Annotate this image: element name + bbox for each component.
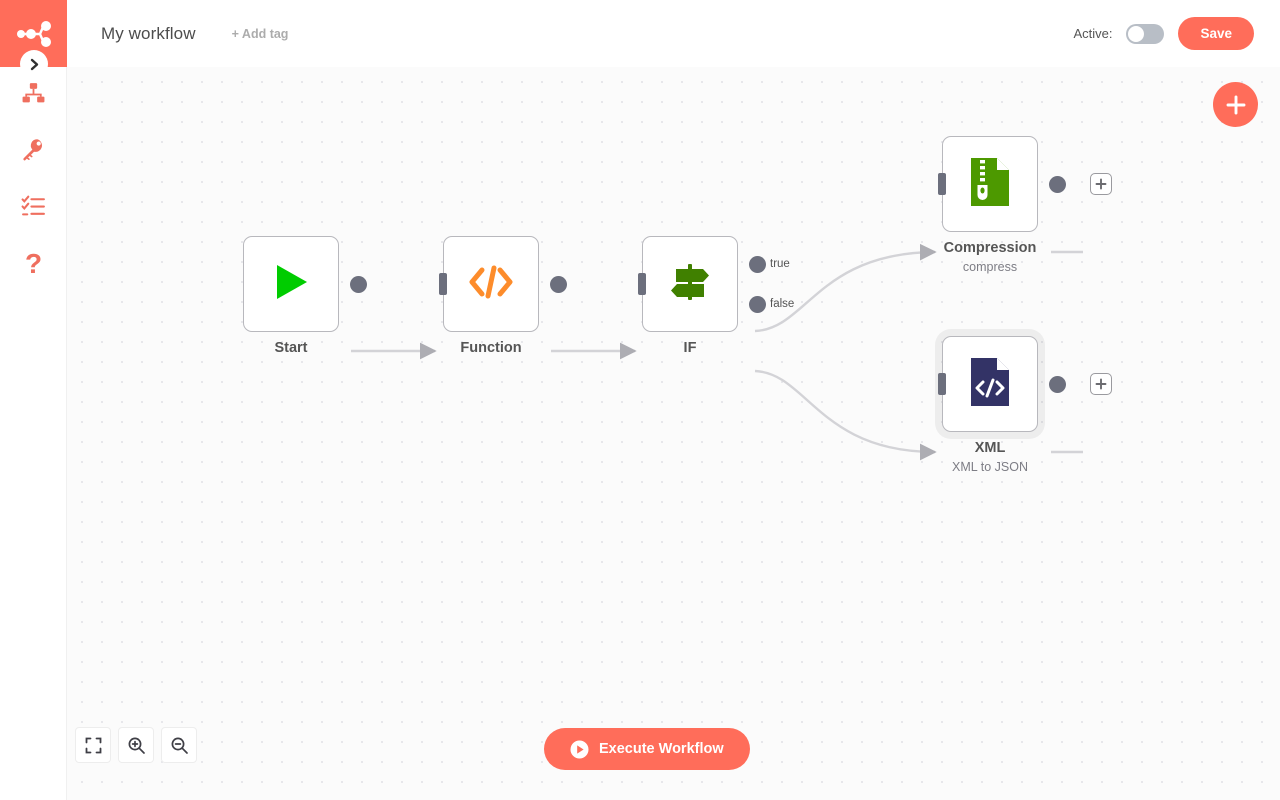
n8n-workflow-editor: ? My workflow + Add tag Active: Save Sta… [0, 0, 1280, 800]
edge-if-false-xml [754, 369, 937, 461]
node-compression-box[interactable] [942, 136, 1038, 232]
toggle-knob [1128, 25, 1145, 42]
node-if-input-endpoint[interactable] [638, 273, 646, 295]
sidebar-item-help[interactable]: ? [0, 236, 67, 292]
node-compression[interactable]: Compression compress [938, 136, 1112, 274]
node-xml-label: XML [974, 440, 1006, 456]
node-if-box[interactable] [642, 236, 738, 332]
node-function-input-endpoint[interactable] [439, 273, 447, 295]
code-brackets-icon [468, 263, 514, 306]
zoom-to-fit-button[interactable] [75, 727, 111, 763]
node-xml[interactable]: XML XML to JSON [938, 336, 1112, 474]
help-question-icon: ? [24, 248, 43, 279]
add-node-after-compression-button[interactable] [1090, 173, 1112, 195]
node-compression-label: Compression [943, 240, 1037, 256]
node-start-box[interactable] [243, 236, 339, 332]
xml-file-icon [967, 356, 1013, 413]
signpost-icon [667, 259, 713, 310]
add-tag-button[interactable]: + Add tag [232, 27, 289, 41]
node-compression-subtitle: compress [962, 260, 1018, 274]
node-function[interactable]: Function [439, 236, 567, 356]
node-if[interactable]: true false IF [638, 236, 794, 356]
workflows-sitemap-icon [21, 81, 46, 111]
play-circle-icon [570, 740, 589, 758]
header-bar: My workflow + Add tag Active: Save [67, 0, 1280, 67]
zoom-in-button[interactable] [118, 727, 154, 763]
node-if-output-false-label: false [770, 298, 795, 310]
node-xml-box[interactable] [942, 336, 1038, 432]
node-compression-output-endpoint[interactable] [1049, 176, 1066, 193]
node-xml-output-endpoint[interactable] [1049, 376, 1066, 393]
sidebar-item-workflows[interactable] [0, 68, 67, 124]
node-if-output-true-label: true [770, 258, 790, 270]
zoom-controls [75, 727, 197, 763]
credentials-key-icon [21, 137, 46, 167]
add-node-after-xml-button[interactable] [1090, 373, 1112, 395]
node-if-output-false-endpoint[interactable] [749, 296, 766, 313]
executions-list-icon [21, 193, 46, 223]
active-label: Active: [1073, 26, 1113, 41]
sidebar: ? [0, 0, 67, 800]
sidebar-item-executions[interactable] [0, 180, 67, 236]
active-toggle[interactable] [1126, 23, 1165, 44]
fullscreen-icon [85, 737, 101, 753]
node-xml-subtitle: XML to JSON [952, 460, 1028, 474]
node-function-box[interactable] [443, 236, 539, 332]
node-compression-input-endpoint[interactable] [938, 173, 946, 195]
plus-icon [1226, 95, 1245, 114]
execute-workflow-label: Execute Workflow [599, 741, 724, 757]
node-if-output-true-endpoint[interactable] [749, 256, 766, 273]
node-xml-input-endpoint[interactable] [938, 373, 946, 395]
play-triangle-icon [269, 260, 313, 309]
zoom-out-button[interactable] [161, 727, 197, 763]
node-function-output-endpoint[interactable] [550, 276, 567, 293]
workflow-title[interactable]: My workflow [101, 24, 196, 44]
execute-workflow-button[interactable]: Execute Workflow [544, 728, 750, 770]
zip-file-icon [967, 156, 1013, 213]
workflow-canvas[interactable]: Start Function true false IF Compression… [67, 67, 1280, 800]
node-function-label: Function [460, 340, 522, 356]
node-start-output-endpoint[interactable] [350, 276, 367, 293]
save-button[interactable]: Save [1178, 17, 1254, 50]
magnifier-minus-icon [171, 737, 188, 754]
node-start[interactable]: Start [243, 236, 367, 356]
plus-icon [1095, 378, 1107, 390]
magnifier-plus-icon [128, 737, 145, 754]
sidebar-item-credentials[interactable] [0, 124, 67, 180]
node-start-label: Start [274, 340, 308, 356]
header-actions: Active: Save [1073, 17, 1254, 50]
plus-icon [1095, 178, 1107, 190]
add-node-fab-button[interactable] [1213, 82, 1258, 127]
node-if-label: IF [683, 340, 697, 356]
